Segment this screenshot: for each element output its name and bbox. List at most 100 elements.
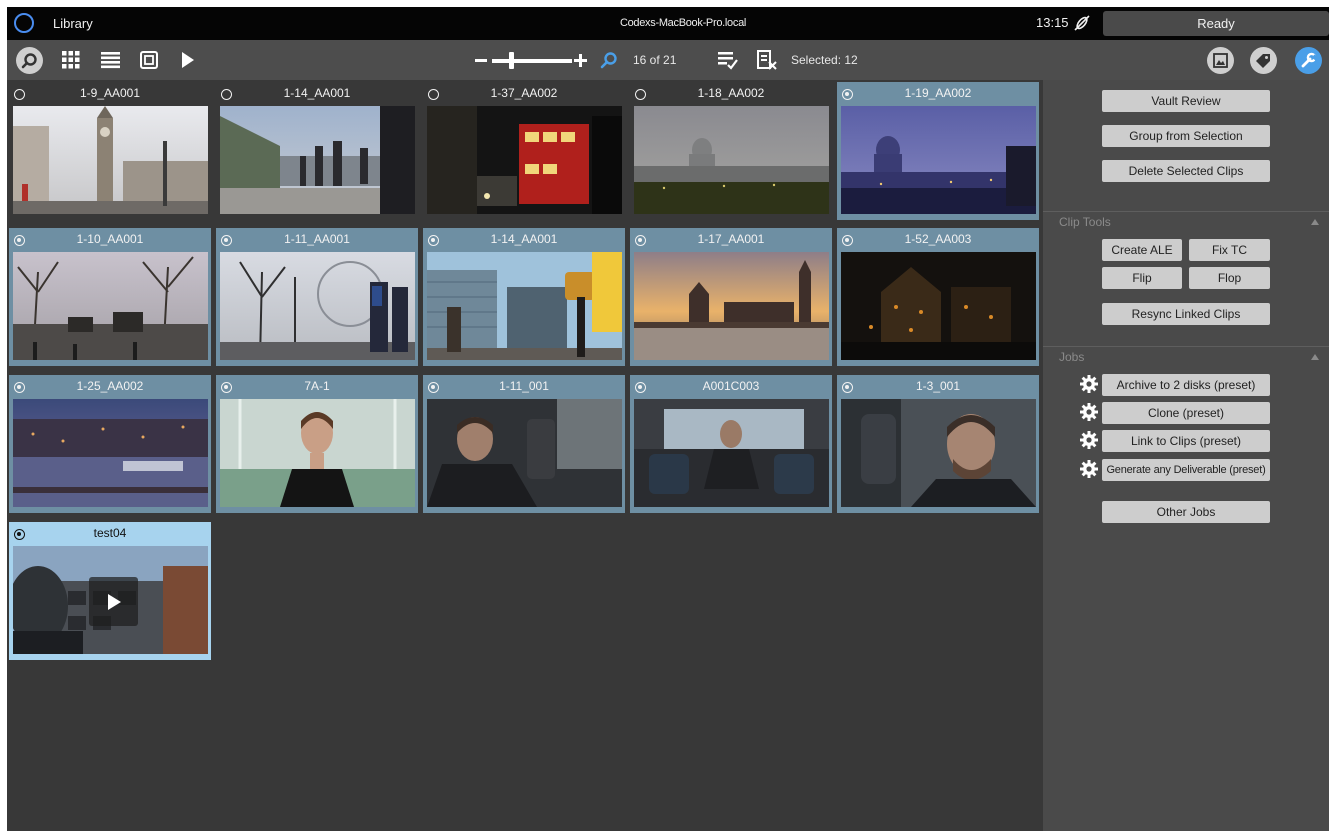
clip-tile[interactable]: 1-14_AA001 — [216, 82, 418, 220]
select-radio[interactable] — [635, 89, 646, 100]
other-jobs-button[interactable]: Other Jobs — [1102, 501, 1270, 523]
clip-name: 1-19_AA002 — [904, 86, 972, 100]
clip-tile[interactable]: 1-3_001 — [837, 375, 1039, 513]
library-window: Library Codexs-MacBook-Pro.local 13:15 R… — [7, 7, 1329, 831]
clip-tile[interactable]: 1-14_AA001 — [423, 228, 625, 366]
collapse-caret-icon[interactable] — [1311, 219, 1319, 225]
select-radio[interactable] — [635, 235, 646, 246]
select-radio[interactable] — [428, 235, 439, 246]
clip-name: 1-14_AA001 — [283, 86, 351, 100]
select-radio[interactable] — [14, 382, 25, 393]
select-radio[interactable] — [14, 235, 25, 246]
clip-name: A001C003 — [702, 379, 760, 393]
disconnected-icon — [1074, 15, 1090, 31]
image-button[interactable] — [1207, 47, 1234, 74]
clip-tile[interactable]: 1-25_AA002 — [9, 375, 211, 513]
select-all-icon[interactable] — [718, 50, 738, 70]
deselect-icon[interactable] — [757, 50, 777, 70]
clip-tile[interactable]: 1-18_AA002 — [630, 82, 832, 220]
clip-tile[interactable]: 1-11_AA001 — [216, 228, 418, 366]
flop-button[interactable]: Flop — [1189, 267, 1270, 289]
search-button[interactable] — [16, 47, 43, 74]
clip-thumbnail — [13, 546, 208, 654]
tools-button[interactable] — [1295, 47, 1322, 74]
list-view-icon[interactable] — [101, 51, 120, 69]
selected-count: Selected: 12 — [791, 53, 858, 67]
clip-tile[interactable]: 7A-1 — [216, 375, 418, 513]
flip-button[interactable]: Flip — [1102, 267, 1182, 289]
clip-thumbnail — [634, 106, 829, 214]
job-link-to-clips-button[interactable]: Link to Clips (preset) — [1102, 430, 1270, 452]
clip-thumbnail — [841, 252, 1036, 360]
clip-tile[interactable]: 1-37_AA002 — [423, 82, 625, 220]
clip-name: test04 — [93, 526, 127, 540]
select-radio[interactable] — [221, 382, 232, 393]
play-overlay-button[interactable] — [89, 577, 138, 626]
tag-icon — [1256, 54, 1270, 68]
search-icon[interactable] — [600, 51, 618, 69]
fix-tc-button[interactable]: Fix TC — [1189, 239, 1270, 261]
delete-selected-clips-button[interactable]: Delete Selected Clips — [1102, 160, 1270, 182]
jobs-header[interactable]: Jobs — [1043, 346, 1329, 366]
zoom-slider[interactable] — [492, 59, 572, 63]
clip-tile[interactable]: 1-9_AA001 — [9, 82, 211, 220]
title-bar: Library Codexs-MacBook-Pro.local 13:15 R… — [7, 7, 1329, 40]
clip-thumbnail — [13, 252, 208, 360]
group-from-selection-button[interactable]: Group from Selection — [1102, 125, 1270, 147]
clip-name: 1-3_001 — [915, 379, 961, 393]
gear-icon[interactable] — [1080, 431, 1098, 449]
select-radio[interactable] — [842, 382, 853, 393]
clip-name: 1-10_AA001 — [76, 232, 144, 246]
section-title: Clip Tools — [1059, 215, 1111, 229]
clip-name: 7A-1 — [304, 379, 330, 393]
select-radio[interactable] — [842, 89, 853, 100]
side-panel: Vault Review Group from Selection Delete… — [1043, 80, 1329, 831]
clip-tile[interactable]: 1-19_AA002 — [837, 82, 1039, 220]
select-radio[interactable] — [428, 89, 439, 100]
grid-view-icon[interactable] — [62, 51, 80, 69]
collapse-caret-icon[interactable] — [1311, 354, 1319, 360]
clip-tile[interactable]: A001C003 — [630, 375, 832, 513]
clip-tile[interactable]: 1-11_001 — [423, 375, 625, 513]
zoom-slider-thumb[interactable] — [509, 52, 514, 69]
search-icon — [21, 53, 37, 69]
clip-name: 1-11_001 — [499, 379, 549, 393]
gear-icon[interactable] — [1080, 460, 1098, 478]
clip-tile[interactable]: test04 — [9, 522, 211, 660]
select-radio[interactable] — [635, 382, 646, 393]
clip-name: 1-37_AA002 — [490, 86, 558, 100]
select-radio[interactable] — [221, 89, 232, 100]
clip-thumbnail — [841, 399, 1036, 507]
clip-tile[interactable]: 1-17_AA001 — [630, 228, 832, 366]
gear-icon[interactable] — [1080, 403, 1098, 421]
single-view-icon[interactable] — [140, 51, 158, 69]
clip-tools-header[interactable]: Clip Tools — [1043, 211, 1329, 231]
clock: 13:15 — [1036, 15, 1069, 30]
vault-review-button[interactable]: Vault Review — [1102, 90, 1270, 112]
clip-name: 1-9_AA001 — [79, 86, 141, 100]
select-radio[interactable] — [14, 89, 25, 100]
select-radio[interactable] — [221, 235, 232, 246]
wrench-icon — [1301, 52, 1317, 68]
clip-thumbnail — [220, 399, 415, 507]
resync-linked-clips-button[interactable]: Resync Linked Clips — [1102, 303, 1270, 325]
job-generate-deliverable-button[interactable]: Generate any Deliverable (preset) — [1102, 459, 1270, 481]
clip-tile[interactable]: 1-10_AA001 — [9, 228, 211, 366]
select-radio[interactable] — [428, 382, 439, 393]
gear-icon[interactable] — [1080, 375, 1098, 393]
job-archive-button[interactable]: Archive to 2 disks (preset) — [1102, 374, 1270, 396]
clip-tile[interactable]: 1-52_AA003 — [837, 228, 1039, 366]
clip-name: 1-52_AA003 — [904, 232, 972, 246]
create-ale-button[interactable]: Create ALE — [1102, 239, 1182, 261]
job-clone-button[interactable]: Clone (preset) — [1102, 402, 1270, 424]
select-radio[interactable] — [842, 235, 853, 246]
clip-grid: 1-9_AA001 1-14_AA001 1-37_AA002 1-18_AA0… — [7, 80, 1043, 831]
select-radio[interactable] — [14, 529, 25, 540]
zoom-out-icon[interactable] — [475, 59, 487, 62]
clip-thumbnail — [841, 106, 1036, 214]
clip-name: 1-17_AA001 — [697, 232, 765, 246]
clip-thumbnail — [634, 399, 829, 507]
clip-name: 1-14_AA001 — [490, 232, 558, 246]
play-icon[interactable] — [181, 51, 195, 69]
tag-button[interactable] — [1250, 47, 1277, 74]
